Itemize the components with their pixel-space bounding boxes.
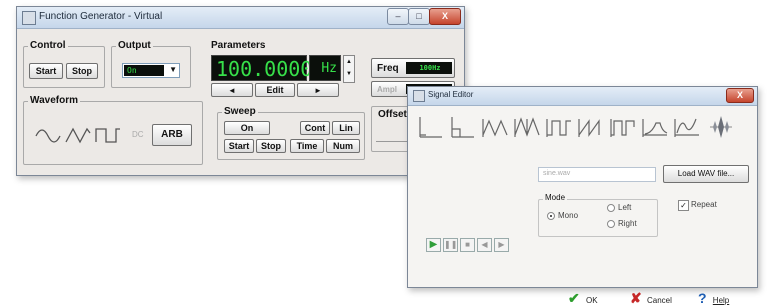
ok-label: OK <box>585 296 598 305</box>
freq-button[interactable]: Freq 100Hz <box>371 58 455 78</box>
se-title: Signal Editor <box>428 90 474 99</box>
parameter-display: 100.0000 <box>211 55 312 81</box>
output-select[interactable]: On ▼ <box>122 63 180 78</box>
minimize-button[interactable]: – <box>387 8 409 25</box>
sweep-time-button[interactable]: Time <box>290 139 324 153</box>
mode-right-radio[interactable] <box>607 220 615 228</box>
fg-title: Function Generator - Virtual <box>39 11 163 22</box>
sweep-cont-button[interactable]: Cont <box>300 121 330 135</box>
control-label: Control <box>28 40 68 51</box>
triangle-shape-icon[interactable] <box>512 113 542 141</box>
sawtooth-shape-icon[interactable] <box>576 113 606 141</box>
mode-right-label: Right <box>618 219 637 228</box>
step-shape-icon[interactable] <box>448 113 478 141</box>
waveform-group: Waveform DC ARB <box>23 95 203 165</box>
app-icon <box>22 11 36 25</box>
output-group: Output On ▼ <box>111 40 191 88</box>
offset-label: Offset <box>376 109 409 120</box>
function-generator-window: Function Generator - Virtual – □ X Contr… <box>16 6 465 176</box>
sweep-label: Sweep <box>222 106 258 117</box>
close-button[interactable]: X <box>726 88 754 103</box>
repeat-checkbox[interactable]: ✓ <box>678 200 689 211</box>
dc-button[interactable]: DC <box>132 130 144 139</box>
sine-wave-icon[interactable] <box>34 124 62 148</box>
cursor-left-button[interactable]: ◄ <box>211 83 253 97</box>
parameters-label: Parameters <box>209 40 268 51</box>
unit-spinner[interactable]: ▲ ▼ <box>343 55 355 83</box>
close-button[interactable]: X <box>429 8 461 25</box>
play-button[interactable]: ▶ <box>426 238 441 252</box>
mode-label: Mode <box>543 193 568 202</box>
previous-button[interactable]: ◀ <box>477 238 492 252</box>
waveform-label: Waveform <box>28 95 80 106</box>
arb-button[interactable]: ARB <box>152 124 192 146</box>
se-titlebar[interactable]: Signal Editor X <box>408 87 757 106</box>
exponential-shape-icon[interactable] <box>640 113 670 141</box>
mode-mono-label: Mono <box>558 211 579 220</box>
unit-display: Hz <box>309 55 341 81</box>
stop-button[interactable]: Stop <box>66 63 98 79</box>
app-icon <box>413 90 425 102</box>
mode-left-radio[interactable] <box>607 204 615 212</box>
output-value: On <box>124 65 164 76</box>
next-button[interactable]: ▶ <box>494 238 509 252</box>
custom-shape-icon[interactable] <box>672 113 702 141</box>
stop-playback-button[interactable]: ■ <box>460 238 475 252</box>
check-icon: ✔ <box>568 290 580 306</box>
ampl-label: Ampl <box>377 85 397 94</box>
output-label: Output <box>116 40 153 51</box>
edit-button[interactable]: Edit <box>255 83 295 97</box>
start-button[interactable]: Start <box>29 63 63 79</box>
pause-button[interactable]: ❚❚ <box>443 238 458 252</box>
burst-shape-icon[interactable] <box>706 113 736 141</box>
maximize-button[interactable]: □ <box>408 8 430 25</box>
cancel-label: Cancel <box>646 296 672 305</box>
square-wave-icon[interactable] <box>94 124 122 148</box>
sweep-num-button[interactable]: Num <box>326 139 360 153</box>
signal-editor-window: Signal Editor X sine.wav Load WAV file..… <box>407 86 758 306</box>
mode-mono-radio[interactable] <box>547 212 555 220</box>
help-label: Help <box>712 296 730 305</box>
x-icon: ✘ <box>630 290 642 306</box>
pulse-shape-icon[interactable] <box>416 113 446 141</box>
pulse-train-shape-icon[interactable] <box>608 113 638 141</box>
mode-left-label: Left <box>618 203 632 212</box>
square-shape-icon[interactable] <box>544 113 574 141</box>
wav-file-input[interactable]: sine.wav <box>538 167 656 182</box>
freq-label: Freq <box>377 63 399 74</box>
control-group: Control Start Stop <box>23 40 105 88</box>
help-icon: ? <box>698 290 707 306</box>
freq-value: 100Hz <box>406 62 452 74</box>
sweep-lin-button[interactable]: Lin <box>332 121 360 135</box>
sweep-on-button[interactable]: On <box>224 121 270 135</box>
repeat-label: Repeat <box>691 200 717 209</box>
chevron-down-icon: ▼ <box>169 65 177 74</box>
sweep-group: Sweep On Cont Lin Start Stop Time Num <box>217 106 365 160</box>
sweep-stop-button[interactable]: Stop <box>256 139 286 153</box>
ramp-shape-icon[interactable] <box>480 113 510 141</box>
mode-group: Mode Mono Left Right <box>538 193 658 237</box>
load-wav-button[interactable]: Load WAV file... <box>663 165 749 183</box>
wav-file-value: sine.wav <box>543 170 571 177</box>
cursor-right-button[interactable]: ► <box>297 83 339 97</box>
fg-titlebar[interactable]: Function Generator - Virtual – □ X <box>17 7 464 29</box>
sweep-start-button[interactable]: Start <box>224 139 254 153</box>
triangle-wave-icon[interactable] <box>64 124 92 148</box>
